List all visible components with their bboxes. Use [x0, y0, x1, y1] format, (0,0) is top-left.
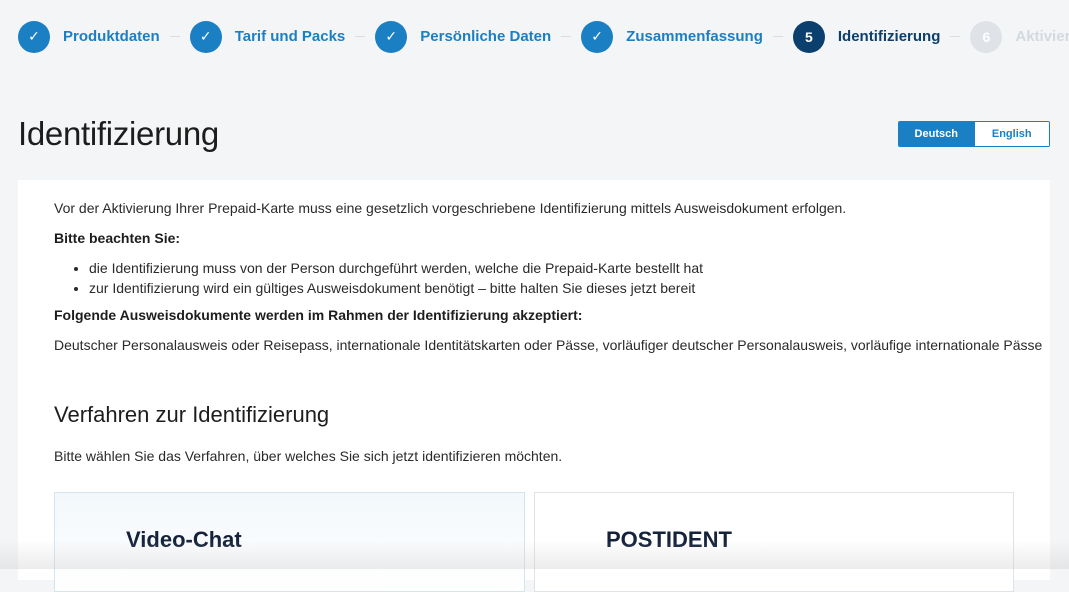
step-identifizierung: 5 Identifizierung — [792, 20, 941, 53]
step-zusammenfassung[interactable]: ✓ Zusammenfassung — [581, 20, 763, 53]
accepted-documents-heading: Folgende Ausweisdokumente werden im Rahm… — [54, 307, 583, 323]
check-icon: ✓ — [375, 20, 408, 53]
accepted-documents-text: Deutscher Personalausweis oder Reisepass… — [54, 337, 1043, 353]
progress-stepper: ✓ Produktdaten ✓ Tarif und Packs ✓ Persö… — [18, 20, 1069, 53]
procedure-title: Verfahren zur Identifizierung — [54, 402, 330, 427]
step-connector — [772, 36, 783, 37]
postident-title: POSTIDENT — [606, 527, 732, 552]
check-icon: ✓ — [18, 20, 50, 53]
requirements-list: die Identifizierung muss von der Person … — [89, 258, 703, 298]
check-icon: ✓ — [581, 20, 614, 53]
step-label: Persönliche Daten — [420, 28, 552, 45]
procedure-instruction: Bitte wählen Sie das Verfahren, über wel… — [54, 448, 563, 464]
language-toggle: Deutsch English — [898, 121, 1050, 147]
step-number: 6 — [970, 20, 1003, 53]
language-option-english[interactable]: English — [973, 122, 1049, 146]
list-item: die Identifizierung muss von der Person … — [89, 258, 703, 278]
language-option-deutsch[interactable]: Deutsch — [899, 122, 974, 146]
video-chat-option-card[interactable]: Video-Chat — [54, 492, 525, 592]
step-label: Zusammenfassung — [626, 28, 763, 45]
step-persoenliche-daten[interactable]: ✓ Persönliche Daten — [375, 20, 552, 53]
identification-panel: Vor der Aktivierung Ihrer Prepaid-Karte … — [18, 180, 1050, 592]
step-label: Identifizierung — [837, 28, 941, 45]
step-number: 5 — [792, 20, 825, 53]
check-icon: ✓ — [189, 20, 222, 53]
intro-text: Vor der Aktivierung Ihrer Prepaid-Karte … — [54, 200, 847, 216]
step-label: Tarif und Packs — [234, 28, 346, 45]
video-chat-title: Video-Chat — [126, 527, 242, 552]
step-connector — [950, 36, 961, 37]
step-produktdaten[interactable]: ✓ Produktdaten — [18, 20, 160, 53]
step-connector — [561, 36, 572, 37]
step-connector — [169, 36, 180, 37]
step-connector — [355, 36, 366, 37]
note-heading: Bitte beachten Sie: — [54, 230, 181, 246]
page-title: Identifizierung — [18, 115, 219, 152]
step-aktivierung: 6 Aktivierung — [970, 20, 1069, 53]
list-item: zur Identifizierung wird ein gültiges Au… — [89, 278, 703, 298]
step-label: Aktivierung — [1015, 28, 1069, 45]
postident-option-card[interactable]: POSTIDENT — [534, 492, 1014, 592]
step-tarif-und-packs[interactable]: ✓ Tarif und Packs — [189, 20, 346, 53]
step-label: Produktdaten — [63, 28, 160, 45]
